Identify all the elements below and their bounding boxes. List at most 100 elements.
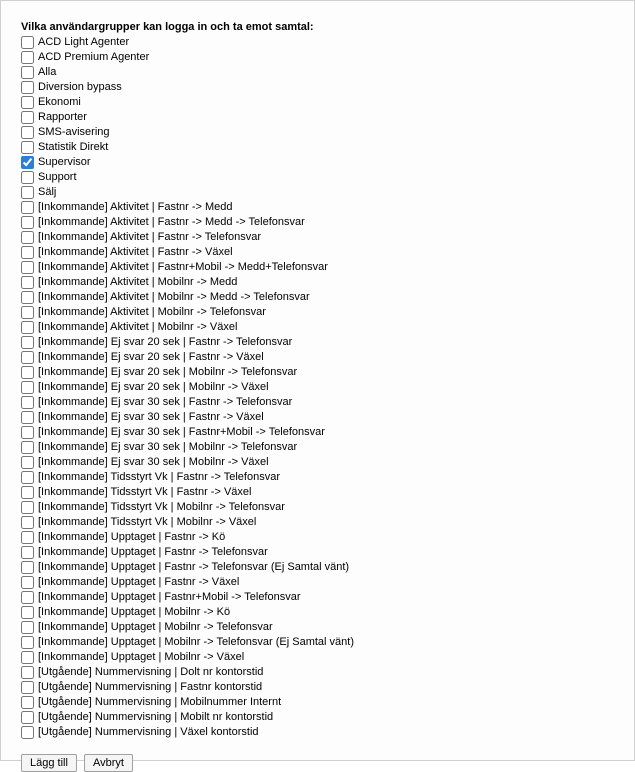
group-row: Supervisor bbox=[21, 155, 634, 170]
group-checkbox[interactable] bbox=[21, 606, 34, 619]
group-checkbox[interactable] bbox=[21, 51, 34, 64]
group-row: [Inkommande] Tidsstyrt Vk | Mobilnr -> T… bbox=[21, 500, 634, 515]
group-checkbox[interactable] bbox=[21, 411, 34, 424]
group-label: [Inkommande] Upptaget | Fastnr -> Telefo… bbox=[38, 560, 349, 575]
group-row: [Inkommande] Ej svar 20 sek | Fastnr -> … bbox=[21, 350, 634, 365]
group-row: [Inkommande] Upptaget | Fastnr -> Växel bbox=[21, 575, 634, 590]
group-row: [Inkommande] Tidsstyrt Vk | Fastnr -> Vä… bbox=[21, 485, 634, 500]
group-row: ACD Light Agenter bbox=[21, 35, 634, 50]
group-checkbox[interactable] bbox=[21, 711, 34, 724]
group-label: [Inkommande] Ej svar 30 sek | Mobilnr ->… bbox=[38, 440, 297, 455]
group-checkbox[interactable] bbox=[21, 231, 34, 244]
group-checkbox[interactable] bbox=[21, 426, 34, 439]
group-checkbox[interactable] bbox=[21, 96, 34, 109]
group-label: [Utgående] Nummervisning | Fastnr kontor… bbox=[38, 680, 262, 695]
group-row: [Inkommande] Aktivitet | Mobilnr -> Växe… bbox=[21, 320, 634, 335]
group-checkbox[interactable] bbox=[21, 666, 34, 679]
group-row: [Inkommande] Aktivitet | Mobilnr -> Medd… bbox=[21, 290, 634, 305]
group-checkbox[interactable] bbox=[21, 471, 34, 484]
group-label: [Inkommande] Upptaget | Mobilnr -> Telef… bbox=[38, 620, 273, 635]
group-checkbox[interactable] bbox=[21, 486, 34, 499]
panel-heading: Vilka användargrupper kan logga in och t… bbox=[21, 21, 634, 33]
group-label: [Utgående] Nummervisning | Dolt nr konto… bbox=[38, 665, 263, 680]
group-checkbox[interactable] bbox=[21, 261, 34, 274]
group-row: [Inkommande] Ej svar 30 sek | Fastnr -> … bbox=[21, 395, 634, 410]
group-label: [Inkommande] Ej svar 20 sek | Mobilnr ->… bbox=[38, 380, 269, 395]
group-label: ACD Premium Agenter bbox=[38, 50, 149, 65]
group-row: [Inkommande] Tidsstyrt Vk | Fastnr -> Te… bbox=[21, 470, 634, 485]
group-checkbox[interactable] bbox=[21, 81, 34, 94]
group-row: [Inkommande] Upptaget | Fastnr+Mobil -> … bbox=[21, 590, 634, 605]
group-label: [Utgående] Nummervisning | Mobilnummer I… bbox=[38, 695, 281, 710]
group-row: [Inkommande] Upptaget | Mobilnr -> Kö bbox=[21, 605, 634, 620]
group-checkbox[interactable] bbox=[21, 576, 34, 589]
group-label: [Inkommande] Upptaget | Mobilnr -> Växel bbox=[38, 650, 244, 665]
group-label: [Inkommande] Upptaget | Fastnr+Mobil -> … bbox=[38, 590, 301, 605]
group-row: Rapporter bbox=[21, 110, 634, 125]
group-checkbox[interactable] bbox=[21, 336, 34, 349]
group-checkbox[interactable] bbox=[21, 276, 34, 289]
group-row: SMS-avisering bbox=[21, 125, 634, 140]
group-checkbox[interactable] bbox=[21, 396, 34, 409]
group-checkbox[interactable] bbox=[21, 696, 34, 709]
group-label: [Inkommande] Upptaget | Mobilnr -> Telef… bbox=[38, 635, 354, 650]
group-checkbox[interactable] bbox=[21, 456, 34, 469]
group-checkbox[interactable] bbox=[21, 501, 34, 514]
group-label: [Inkommande] Tidsstyrt Vk | Mobilnr -> V… bbox=[38, 515, 256, 530]
group-label: [Utgående] Nummervisning | Mobilt nr kon… bbox=[38, 710, 273, 725]
group-row: [Inkommande] Aktivitet | Fastnr -> Växel bbox=[21, 245, 634, 260]
group-checkbox[interactable] bbox=[21, 321, 34, 334]
group-checkbox[interactable] bbox=[21, 381, 34, 394]
group-checkbox[interactable] bbox=[21, 141, 34, 154]
group-row: Ekonomi bbox=[21, 95, 634, 110]
group-checkbox[interactable] bbox=[21, 66, 34, 79]
group-checkbox[interactable] bbox=[21, 171, 34, 184]
group-checkbox[interactable] bbox=[21, 531, 34, 544]
group-label: [Utgående] Nummervisning | Växel kontors… bbox=[38, 725, 259, 740]
group-checkbox[interactable] bbox=[21, 291, 34, 304]
group-label: Ekonomi bbox=[38, 95, 81, 110]
group-checkbox[interactable] bbox=[21, 216, 34, 229]
group-label: [Inkommande] Ej svar 30 sek | Fastnr+Mob… bbox=[38, 425, 325, 440]
group-row: [Inkommande] Ej svar 20 sek | Fastnr -> … bbox=[21, 335, 634, 350]
group-checkbox[interactable] bbox=[21, 561, 34, 574]
group-row: [Inkommande] Upptaget | Fastnr -> Telefo… bbox=[21, 545, 634, 560]
group-checkbox[interactable] bbox=[21, 111, 34, 124]
group-label: SMS-avisering bbox=[38, 125, 110, 140]
group-label: [Inkommande] Ej svar 20 sek | Mobilnr ->… bbox=[38, 365, 297, 380]
group-checkbox[interactable] bbox=[21, 621, 34, 634]
group-checkbox[interactable] bbox=[21, 201, 34, 214]
group-label: [Inkommande] Upptaget | Mobilnr -> Kö bbox=[38, 605, 230, 620]
cancel-button[interactable]: Avbryt bbox=[84, 754, 133, 772]
group-checkbox[interactable] bbox=[21, 726, 34, 739]
group-checkbox[interactable] bbox=[21, 441, 34, 454]
group-label: [Inkommande] Aktivitet | Mobilnr -> Växe… bbox=[38, 320, 237, 335]
group-checkbox[interactable] bbox=[21, 351, 34, 364]
group-checkbox[interactable] bbox=[21, 546, 34, 559]
group-label: [Inkommande] Ej svar 20 sek | Fastnr -> … bbox=[38, 335, 292, 350]
group-checkbox[interactable] bbox=[21, 636, 34, 649]
group-label: [Inkommande] Tidsstyrt Vk | Fastnr -> Vä… bbox=[38, 485, 251, 500]
group-checkbox[interactable] bbox=[21, 366, 34, 379]
group-checkbox[interactable] bbox=[21, 651, 34, 664]
add-button[interactable]: Lägg till bbox=[21, 754, 77, 772]
group-row: [Inkommande] Upptaget | Fastnr -> Telefo… bbox=[21, 560, 634, 575]
group-checkbox[interactable] bbox=[21, 516, 34, 529]
group-label: ACD Light Agenter bbox=[38, 35, 129, 50]
group-checkbox[interactable] bbox=[21, 681, 34, 694]
group-checkbox[interactable] bbox=[21, 126, 34, 139]
group-label: Rapporter bbox=[38, 110, 87, 125]
group-checkbox[interactable] bbox=[21, 36, 34, 49]
group-checkbox[interactable] bbox=[21, 156, 34, 169]
group-checkbox[interactable] bbox=[21, 246, 34, 259]
group-label: [Inkommande] Tidsstyrt Vk | Mobilnr -> T… bbox=[38, 500, 285, 515]
group-label: [Inkommande] Aktivitet | Fastnr -> Medd … bbox=[38, 215, 305, 230]
group-checkbox[interactable] bbox=[21, 591, 34, 604]
group-checkbox[interactable] bbox=[21, 306, 34, 319]
group-label: [Inkommande] Aktivitet | Fastnr -> Medd bbox=[38, 200, 233, 215]
group-label: [Inkommande] Tidsstyrt Vk | Fastnr -> Te… bbox=[38, 470, 280, 485]
group-row: [Inkommande] Aktivitet | Fastnr -> Telef… bbox=[21, 230, 634, 245]
group-checkbox[interactable] bbox=[21, 186, 34, 199]
group-label: [Inkommande] Ej svar 30 sek | Mobilnr ->… bbox=[38, 455, 269, 470]
group-label: [Inkommande] Ej svar 20 sek | Fastnr -> … bbox=[38, 350, 264, 365]
